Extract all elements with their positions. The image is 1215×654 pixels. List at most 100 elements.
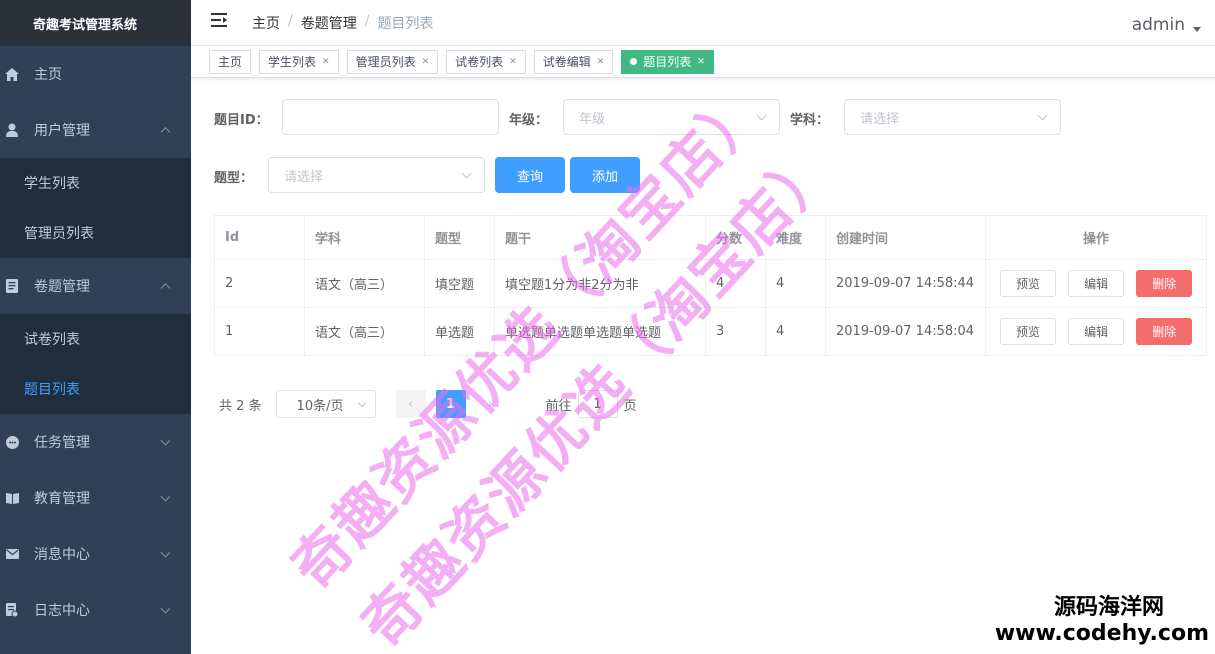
column-header: 创建时间 bbox=[825, 215, 986, 260]
sidebar-item-exam-list[interactable]: 试卷列表 bbox=[0, 314, 191, 364]
edit-button[interactable]: 编辑 bbox=[1068, 270, 1125, 297]
prev-page-button[interactable]: ‹ bbox=[395, 390, 426, 418]
chevron-down-icon bbox=[461, 168, 472, 179]
pagination-total: 共 2 条 bbox=[219, 398, 262, 414]
sidebar-item-label: 卷题管理 bbox=[34, 279, 90, 295]
close-icon[interactable]: ✕ bbox=[597, 57, 605, 67]
app-logo[interactable]: 奇趣考试管理系统 bbox=[0, 0, 191, 46]
question-type-select[interactable]: 请选择 bbox=[268, 157, 485, 193]
hamburger-icon[interactable] bbox=[211, 13, 227, 27]
edit-button[interactable]: 编辑 bbox=[1068, 318, 1125, 345]
sidebar-item-user-management[interactable]: 用户管理 bbox=[0, 102, 191, 158]
goto-prefix: 前往 bbox=[545, 398, 572, 414]
cell-created: 2019-09-07 14:58:04 bbox=[825, 307, 986, 356]
goto-suffix: 页 bbox=[623, 398, 637, 414]
sidebar-item-label: 主页 bbox=[34, 67, 62, 83]
question-type-placeholder: 请选择 bbox=[284, 169, 324, 185]
username: admin bbox=[1131, 15, 1185, 35]
cell-score: 4 bbox=[705, 259, 766, 308]
breadcrumb-current: 题目列表 bbox=[377, 16, 434, 32]
tag-label: 试卷列表 bbox=[455, 55, 504, 69]
tag-label: 学生列表 bbox=[268, 55, 317, 69]
sidebar-item-log-center[interactable]: 日志中心 bbox=[0, 582, 191, 638]
cell-difficulty: 4 bbox=[765, 307, 826, 356]
sidebar-item-student-list[interactable]: 学生列表 bbox=[0, 158, 191, 208]
subject-select[interactable]: 请选择 bbox=[844, 99, 1061, 135]
sidebar-item-question-list[interactable]: 题目列表 bbox=[0, 364, 191, 414]
preview-button[interactable]: 预览 bbox=[1000, 318, 1056, 345]
sidebar-item-label: 任务管理 bbox=[34, 435, 90, 451]
query-button[interactable]: 查询 bbox=[495, 157, 565, 193]
home-icon bbox=[5, 67, 19, 81]
tag-student-list[interactable]: 学生列表 ✕ bbox=[259, 49, 339, 74]
log-icon bbox=[5, 603, 19, 617]
corner-watermark-title: 源码海洋网 bbox=[1053, 595, 1164, 620]
close-icon[interactable]: ✕ bbox=[697, 57, 705, 67]
tag-label: 题目列表 bbox=[643, 55, 692, 69]
active-dot-icon bbox=[630, 58, 638, 65]
column-header: 学科 bbox=[304, 215, 425, 260]
grade-placeholder: 年级 bbox=[579, 111, 606, 127]
user-menu[interactable]: admin bbox=[1132, 15, 1201, 35]
sidebar-item-home[interactable]: 主页 bbox=[0, 46, 191, 102]
preview-button[interactable]: 预览 bbox=[1000, 270, 1056, 297]
navbar: 主页 / 卷题管理 / 题目列表 admin bbox=[191, 0, 1215, 46]
chevron-down-icon bbox=[756, 110, 767, 121]
chevron-down-icon bbox=[160, 547, 171, 558]
caret-down-icon bbox=[1193, 26, 1201, 32]
tag-admin-list[interactable]: 管理员列表 ✕ bbox=[346, 49, 439, 74]
chevron-down-icon bbox=[160, 491, 171, 502]
close-icon[interactable]: ✕ bbox=[509, 57, 517, 67]
chevron-down-icon bbox=[160, 435, 171, 446]
breadcrumb-separator: / bbox=[364, 13, 370, 29]
question-table: Id 学科 题型 题干 分数 难度 创建时间 操作 2 语文（高三） 填空题 填… bbox=[214, 215, 1207, 356]
table-row: 2 语文（高三） 填空题 填空题1分为非2分为非 4 4 2019-09-07 … bbox=[214, 259, 1207, 308]
chevron-right-icon: › bbox=[487, 396, 494, 412]
question-type-label: 题型： bbox=[214, 171, 254, 186]
tag-label: 管理员列表 bbox=[355, 55, 416, 69]
column-header: 题型 bbox=[424, 215, 495, 260]
table-header-row: Id 学科 题型 题干 分数 难度 创建时间 操作 bbox=[214, 215, 1207, 260]
next-page-button[interactable]: › bbox=[475, 390, 506, 418]
breadcrumb: 主页 / 卷题管理 / 题目列表 bbox=[252, 13, 433, 33]
question-id-input[interactable] bbox=[282, 99, 499, 135]
breadcrumb-home[interactable]: 主页 bbox=[252, 13, 280, 33]
corner-watermark-url: www.codehy.com bbox=[994, 621, 1209, 646]
goto-page-input[interactable]: 1 bbox=[577, 390, 618, 418]
breadcrumb-paper-management[interactable]: 卷题管理 bbox=[301, 13, 357, 33]
delete-button[interactable]: 删除 bbox=[1136, 270, 1193, 297]
add-button[interactable]: 添加 bbox=[570, 157, 640, 193]
page-size-value: 10条/页 bbox=[296, 398, 344, 414]
tag-home[interactable]: 主页 bbox=[209, 49, 252, 74]
close-icon[interactable]: ✕ bbox=[422, 57, 430, 67]
goto-page: 前往 1 页 bbox=[546, 390, 637, 418]
user-icon bbox=[5, 123, 19, 137]
page-size-select[interactable]: 10条/页 bbox=[275, 390, 376, 418]
cell-stem: 填空题1分为非2分为非 bbox=[494, 259, 706, 308]
cell-actions: 预览 编辑 删除 bbox=[985, 307, 1207, 356]
subject-label: 学科： bbox=[790, 113, 830, 128]
cell-type: 填空题 bbox=[424, 259, 495, 308]
tag-exam-list[interactable]: 试卷列表 ✕ bbox=[446, 49, 526, 74]
sidebar-item-task-management[interactable]: 任务管理 bbox=[0, 414, 191, 470]
sidebar-item-paper-management[interactable]: 卷题管理 bbox=[0, 258, 191, 314]
subject-placeholder: 请选择 bbox=[860, 111, 900, 127]
close-icon[interactable]: ✕ bbox=[322, 57, 330, 67]
sidebar-item-admin-list[interactable]: 管理员列表 bbox=[0, 208, 191, 258]
pagination: 共 2 条 10条/页 ‹ 1 › 前往 1 页 bbox=[219, 390, 637, 418]
tag-exam-edit[interactable]: 试卷编辑 ✕ bbox=[533, 49, 614, 74]
chevron-down-icon bbox=[1037, 110, 1048, 121]
breadcrumb-separator: / bbox=[288, 13, 293, 29]
grade-select[interactable]: 年级 bbox=[563, 99, 780, 135]
grade-label: 年级： bbox=[509, 113, 549, 128]
cell-id: 2 bbox=[214, 259, 305, 308]
column-header: 分数 bbox=[705, 215, 766, 260]
cell-difficulty: 4 bbox=[765, 259, 826, 308]
sidebar-item-education-management[interactable]: 教育管理 bbox=[0, 470, 191, 526]
delete-button[interactable]: 删除 bbox=[1136, 318, 1193, 345]
tag-question-list[interactable]: 题目列表 ✕ bbox=[621, 49, 714, 74]
cell-type: 单选题 bbox=[424, 307, 495, 356]
page-number-current[interactable]: 1 bbox=[435, 390, 466, 418]
sidebar-item-message-center[interactable]: 消息中心 bbox=[0, 526, 191, 582]
book-icon bbox=[5, 491, 19, 505]
